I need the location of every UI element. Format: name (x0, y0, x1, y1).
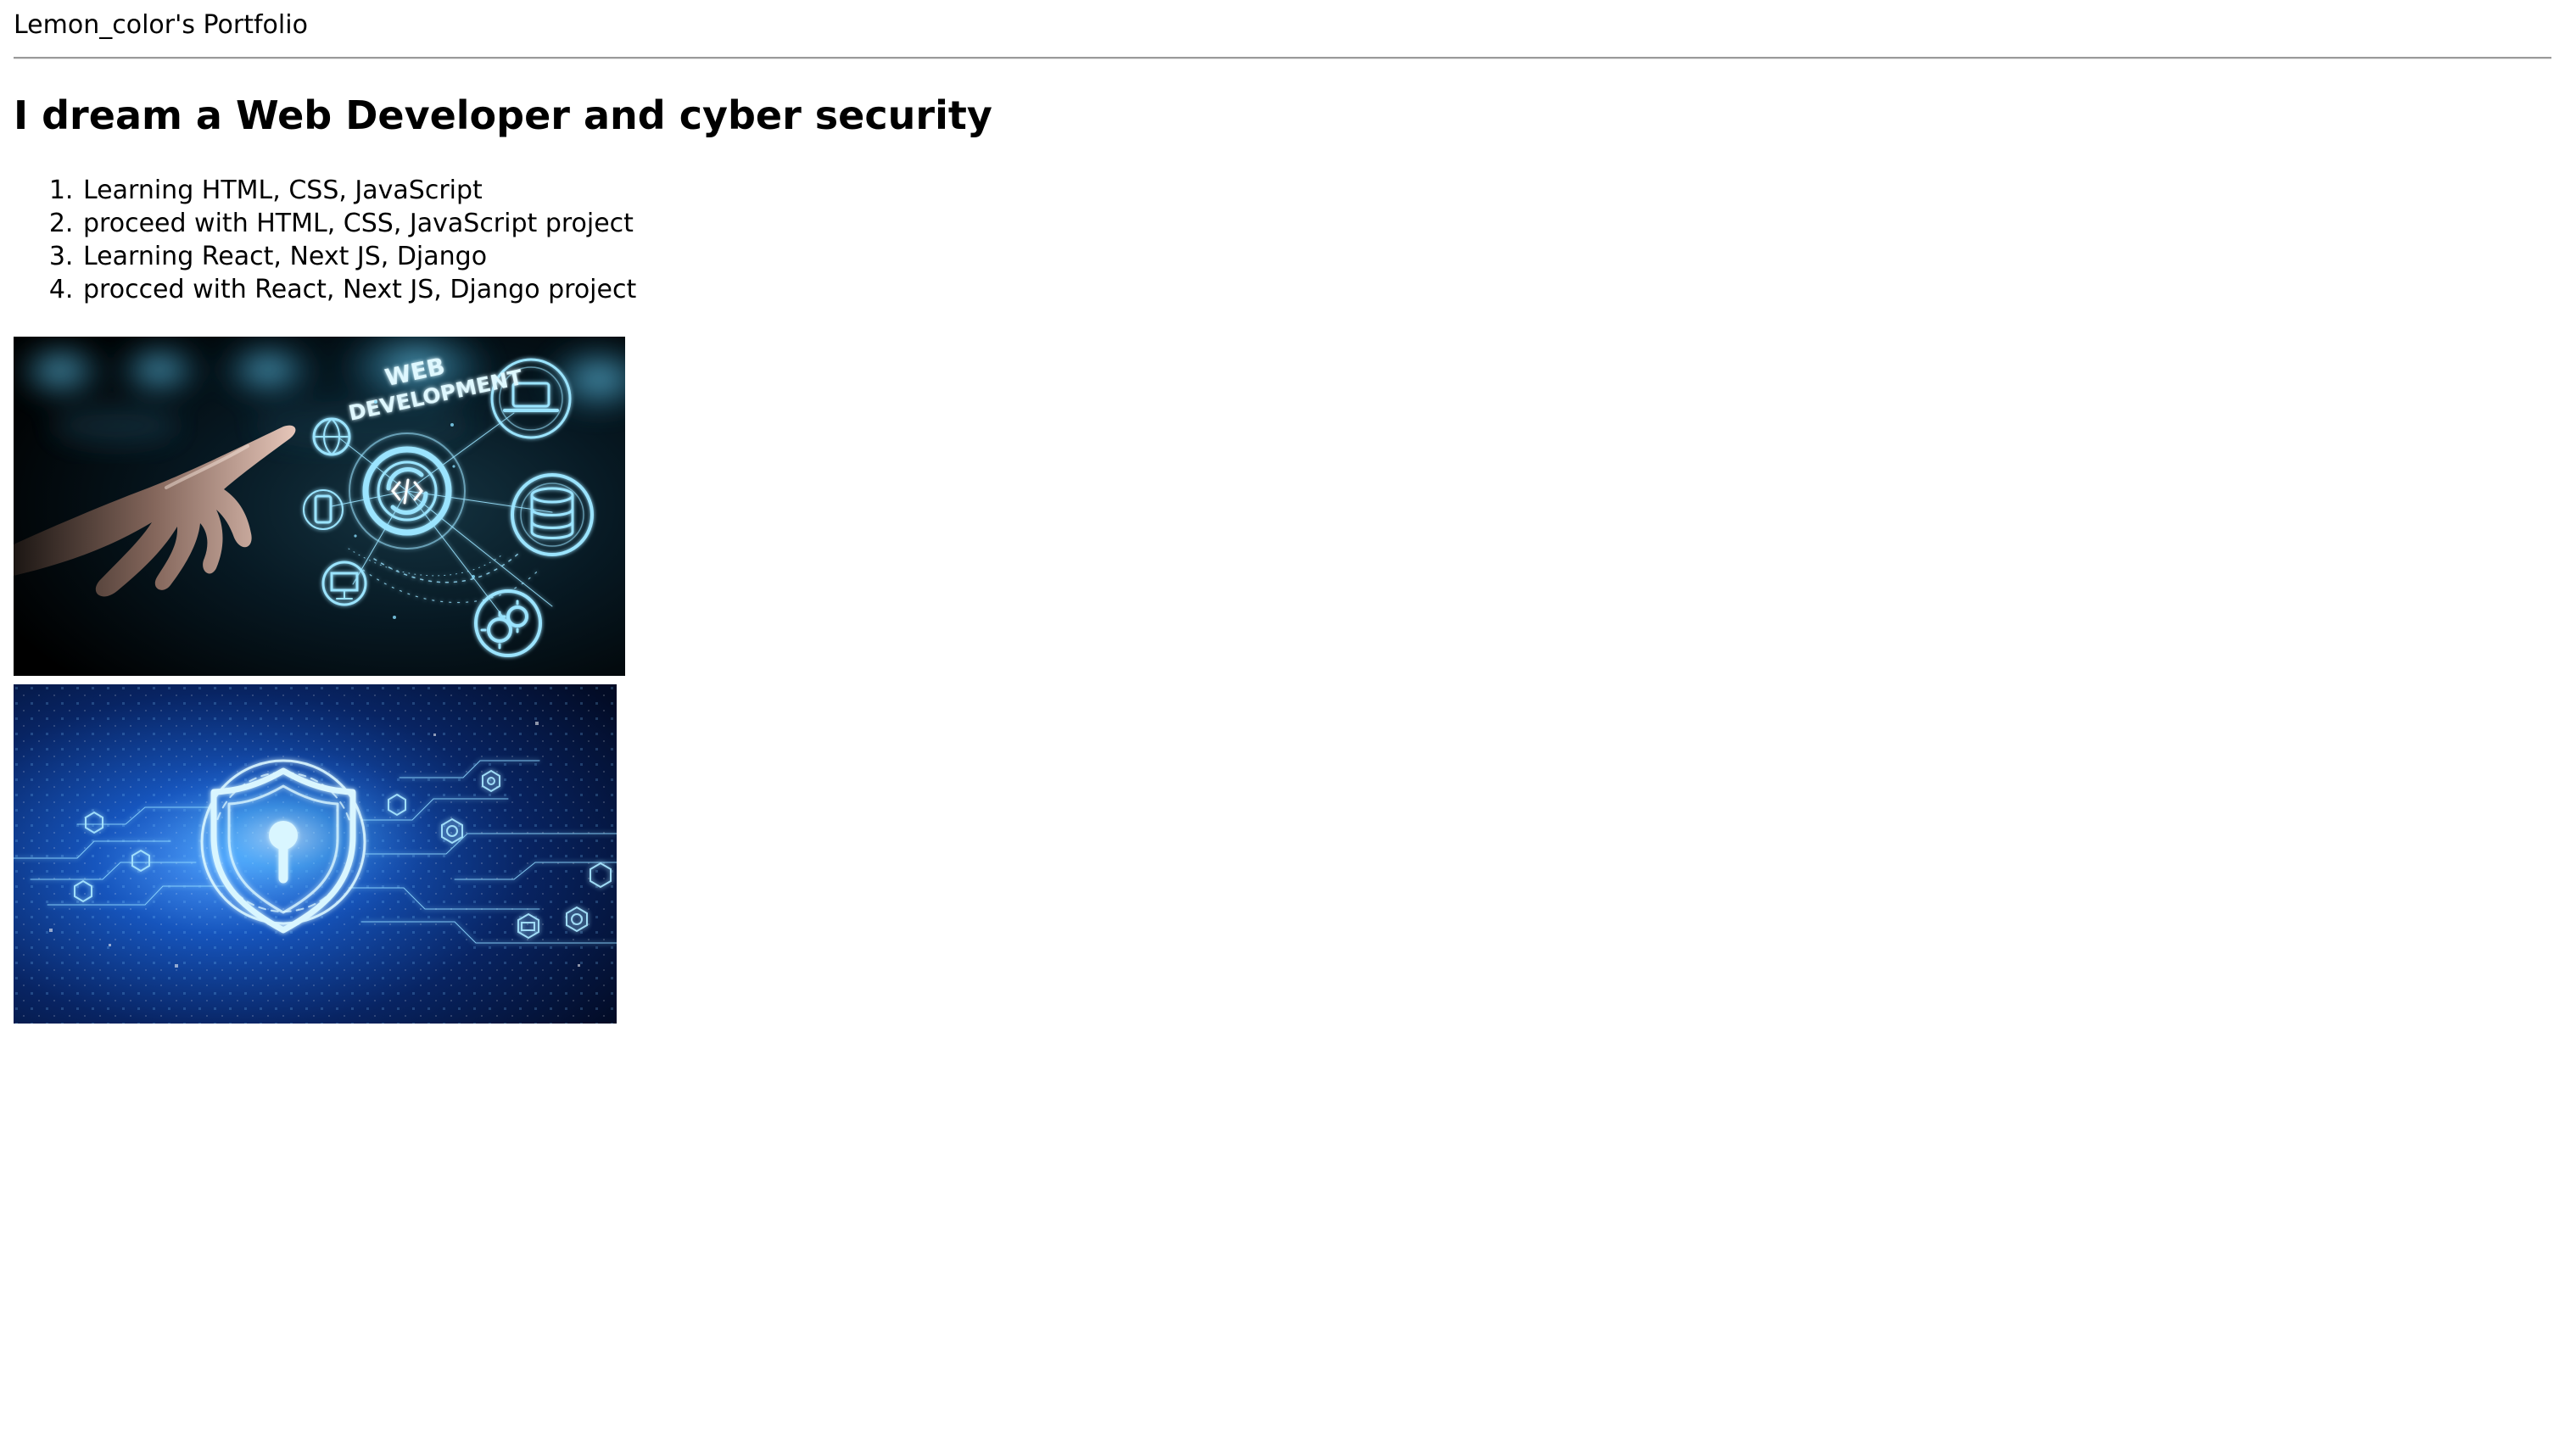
horizontal-rule (14, 57, 2551, 59)
goal-item: procced with React, Next JS, Django proj… (81, 273, 636, 306)
goal-text: Learning React, Next JS, Django (83, 242, 488, 271)
goal-text: procced with React, Next JS, Django proj… (83, 275, 637, 304)
goals-list: Learning HTML, CSS, JavaScript proceed w… (14, 174, 636, 306)
goal-item: Learning HTML, CSS, JavaScript (81, 174, 636, 207)
page-headline: I dream a Web Developer and cyber securi… (14, 92, 992, 138)
cyber-security-illustration (14, 684, 617, 1024)
goal-text: proceed with HTML, CSS, JavaScript proje… (83, 209, 634, 238)
goal-item: proceed with HTML, CSS, JavaScript proje… (81, 207, 636, 240)
code-gear-icon (349, 432, 466, 549)
goal-item: Learning React, Next JS, Django (81, 240, 636, 273)
cyber-security-image (14, 684, 617, 1024)
site-title: Lemon_color's Portfolio (14, 10, 308, 40)
goal-text: Learning HTML, CSS, JavaScript (83, 176, 483, 205)
web-development-image: WEB DEVELOPMENT (14, 337, 625, 676)
web-development-illustration: WEB DEVELOPMENT (14, 337, 625, 676)
portfolio-page: Lemon_color's Portfolio I dream a Web De… (0, 0, 2565, 1456)
